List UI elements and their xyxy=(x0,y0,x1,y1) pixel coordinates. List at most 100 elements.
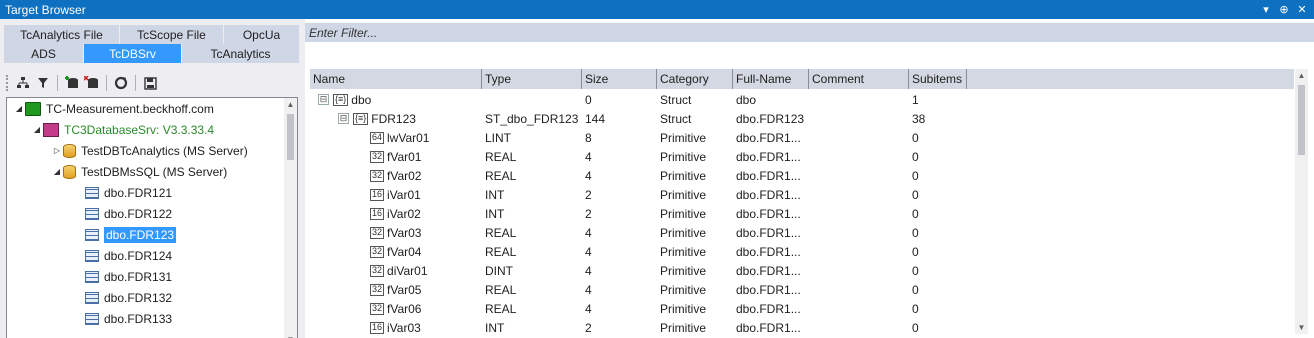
tab-tcanalytics[interactable]: TcAnalytics xyxy=(182,44,300,63)
table-row[interactable]: 16 iVar03 INT 2 Primitive dbo.FDR1... 0 xyxy=(310,318,1294,334)
table-row[interactable]: 64 lwVar01 LINT 8 Primitive dbo.FDR1... 0 xyxy=(310,128,1294,147)
tree-node-label: TestDBTcAnalytics (MS Server) xyxy=(81,143,248,158)
symbol-name: fVar02 xyxy=(387,168,422,183)
toolbar-separator xyxy=(135,75,136,91)
cell-category: Primitive xyxy=(660,149,707,164)
remove-database-icon[interactable] xyxy=(83,74,101,92)
cell-subitems: 0 xyxy=(912,282,919,297)
column-header-type[interactable]: Type xyxy=(482,69,582,89)
tree-scrollbar[interactable]: ▲ ▼ xyxy=(284,98,297,338)
tab-ads[interactable]: ADS xyxy=(4,44,84,63)
cell-name: 32 fVar02 xyxy=(310,169,482,183)
column-header-category[interactable]: Category xyxy=(657,69,733,89)
column-header-name[interactable]: Name xyxy=(310,69,482,89)
table-row[interactable]: 16 iVar01 INT 2 Primitive dbo.FDR1... 0 xyxy=(310,185,1294,204)
tab-tcscope-file[interactable]: TcScope File xyxy=(120,25,224,44)
tree-node-host[interactable]: ◢ TC-Measurement.beckhoff.com xyxy=(13,98,214,119)
table-row[interactable]: ⊟ {≡} dbo 0 Struct dbo 1 xyxy=(310,90,1294,109)
symbol-name: iVar01 xyxy=(387,187,421,202)
cell-category: Struct xyxy=(660,92,692,107)
tree-node-dbserver[interactable]: ◢ TC3DatabaseSrv: V3.3.33.4 xyxy=(31,119,214,140)
table-icon xyxy=(85,249,99,262)
cell-fullname: dbo.FDR1... xyxy=(736,206,801,221)
tree-node-table[interactable]: dbo.FDR131 xyxy=(73,266,172,287)
datatype-icon: 32 xyxy=(370,264,385,277)
symbol-name: lwVar01 xyxy=(387,130,430,145)
table-row[interactable]: 16 iVar02 INT 2 Primitive dbo.FDR1... 0 xyxy=(310,204,1294,223)
scrollbar-thumb[interactable] xyxy=(1298,85,1305,155)
tree-node-table[interactable]: dbo.FDR121 xyxy=(73,182,172,203)
tree-toolbar xyxy=(6,71,298,95)
table-row[interactable]: 32 fVar03 REAL 4 Primitive dbo.FDR1... 0 xyxy=(310,223,1294,242)
cell-size: 2 xyxy=(585,206,592,221)
target-tree[interactable]: ◢ TC-Measurement.beckhoff.com ◢ TC3Datab… xyxy=(6,97,298,338)
database-icon xyxy=(63,164,76,179)
table-row[interactable]: 32 fVar05 REAL 4 Primitive dbo.FDR1... 0 xyxy=(310,280,1294,299)
table-icon xyxy=(85,312,99,325)
column-header-subitems[interactable]: Subitems xyxy=(909,69,967,89)
scrollbar-thumb[interactable] xyxy=(287,114,294,160)
collapse-icon[interactable]: ◢ xyxy=(13,104,25,113)
collapse-icon[interactable]: ◢ xyxy=(31,125,43,134)
cell-name: 32 fVar01 xyxy=(310,150,482,164)
column-header-size[interactable]: Size xyxy=(582,69,657,89)
tree-node-table[interactable]: dbo.FDR122 xyxy=(73,203,172,224)
tab-row-1: TcAnalytics File TcScope File OpcUa xyxy=(4,25,300,44)
cell-name: 16 iVar01 xyxy=(310,188,482,202)
cell-subitems: 0 xyxy=(912,149,919,164)
column-header-fullname[interactable]: Full-Name xyxy=(733,69,809,89)
window-menu-icon[interactable]: ▾ xyxy=(1258,2,1274,18)
cell-type: INT xyxy=(485,187,505,202)
filter-input[interactable]: Enter Filter... xyxy=(305,23,1314,42)
datatype-icon: 32 xyxy=(370,169,385,182)
table-row[interactable]: 32 fVar04 REAL 4 Primitive dbo.FDR1... 0 xyxy=(310,242,1294,261)
cell-category: Primitive xyxy=(660,187,707,202)
scroll-down-icon[interactable]: ▼ xyxy=(1295,323,1308,332)
scroll-up-icon[interactable]: ▲ xyxy=(284,100,297,109)
cell-size: 144 xyxy=(585,111,606,126)
table-row[interactable]: ⊟ {≡} FDR123 ST_dbo_FDR123 144 Struct dbo.FDR1… xyxy=(310,109,1294,128)
cell-fullname: dbo xyxy=(736,92,757,107)
cell-subitems: 0 xyxy=(912,168,919,183)
tab-tcdbsrv[interactable]: TcDBSrv xyxy=(84,44,182,63)
refresh-icon[interactable] xyxy=(112,74,130,92)
datatype-icon: 32 xyxy=(370,245,385,258)
expand-icon[interactable]: ▷ xyxy=(51,146,63,155)
tab-tcanalytics-file[interactable]: TcAnalytics File xyxy=(4,25,120,44)
cell-name: 32 fVar06 xyxy=(310,302,482,316)
column-header-comment[interactable]: Comment xyxy=(809,69,909,89)
symbol-name: fVar01 xyxy=(387,149,422,164)
tree-node-table[interactable]: dbo.FDR132 xyxy=(73,287,172,308)
cell-name: 16 iVar02 xyxy=(310,207,482,221)
pin-icon[interactable]: ⊕ xyxy=(1276,2,1292,18)
table-row[interactable]: 32 diVar01 DINT 4 Primitive dbo.FDR1... 0 xyxy=(310,261,1294,280)
save-icon[interactable] xyxy=(141,74,159,92)
filter-icon[interactable] xyxy=(34,74,52,92)
tree-node-table[interactable]: dbo.FDR124 xyxy=(73,245,172,266)
tree-node-label: TC3DatabaseSrv: V3.3.33.4 xyxy=(64,122,215,137)
cell-fullname: dbo.FDR1... xyxy=(736,130,801,145)
add-database-icon[interactable] xyxy=(63,74,81,92)
cell-size: 2 xyxy=(585,320,592,335)
cell-category: Primitive xyxy=(660,282,707,297)
scroll-up-icon[interactable]: ▲ xyxy=(1295,71,1308,80)
table-row[interactable]: 32 fVar02 REAL 4 Primitive dbo.FDR1... 0 xyxy=(310,166,1294,185)
toolbar-grip[interactable] xyxy=(6,75,10,91)
tree-node-testdbmssql[interactable]: ◢ TestDBMsSQL (MS Server) xyxy=(51,161,227,182)
hierarchy-icon[interactable] xyxy=(14,74,32,92)
collapse-icon[interactable]: ⊟ xyxy=(318,94,329,105)
cell-name: 32 diVar01 xyxy=(310,264,482,278)
datatype-icon: 32 xyxy=(370,150,385,163)
table-row[interactable]: 32 fVar06 REAL 4 Primitive dbo.FDR1... 0 xyxy=(310,299,1294,318)
tree-node-table-selected[interactable]: dbo.FDR123 xyxy=(73,224,177,245)
grid-scrollbar[interactable]: ▲ ▼ xyxy=(1295,69,1308,334)
table-row[interactable]: 32 fVar01 REAL 4 Primitive dbo.FDR1... 0 xyxy=(310,147,1294,166)
tree-node-table[interactable]: dbo.FDR133 xyxy=(73,308,172,329)
collapse-icon[interactable]: ◢ xyxy=(51,167,63,176)
tree-node-testdbtcanalytics[interactable]: ▷ TestDBTcAnalytics (MS Server) xyxy=(51,140,248,161)
tab-opcua[interactable]: OpcUa xyxy=(224,25,300,44)
collapse-icon[interactable]: ⊟ xyxy=(338,113,349,124)
right-panel: Enter Filter... Name Type Size Category … xyxy=(305,19,1314,338)
cell-subitems: 0 xyxy=(912,320,919,335)
close-icon[interactable]: ✕ xyxy=(1294,2,1310,18)
